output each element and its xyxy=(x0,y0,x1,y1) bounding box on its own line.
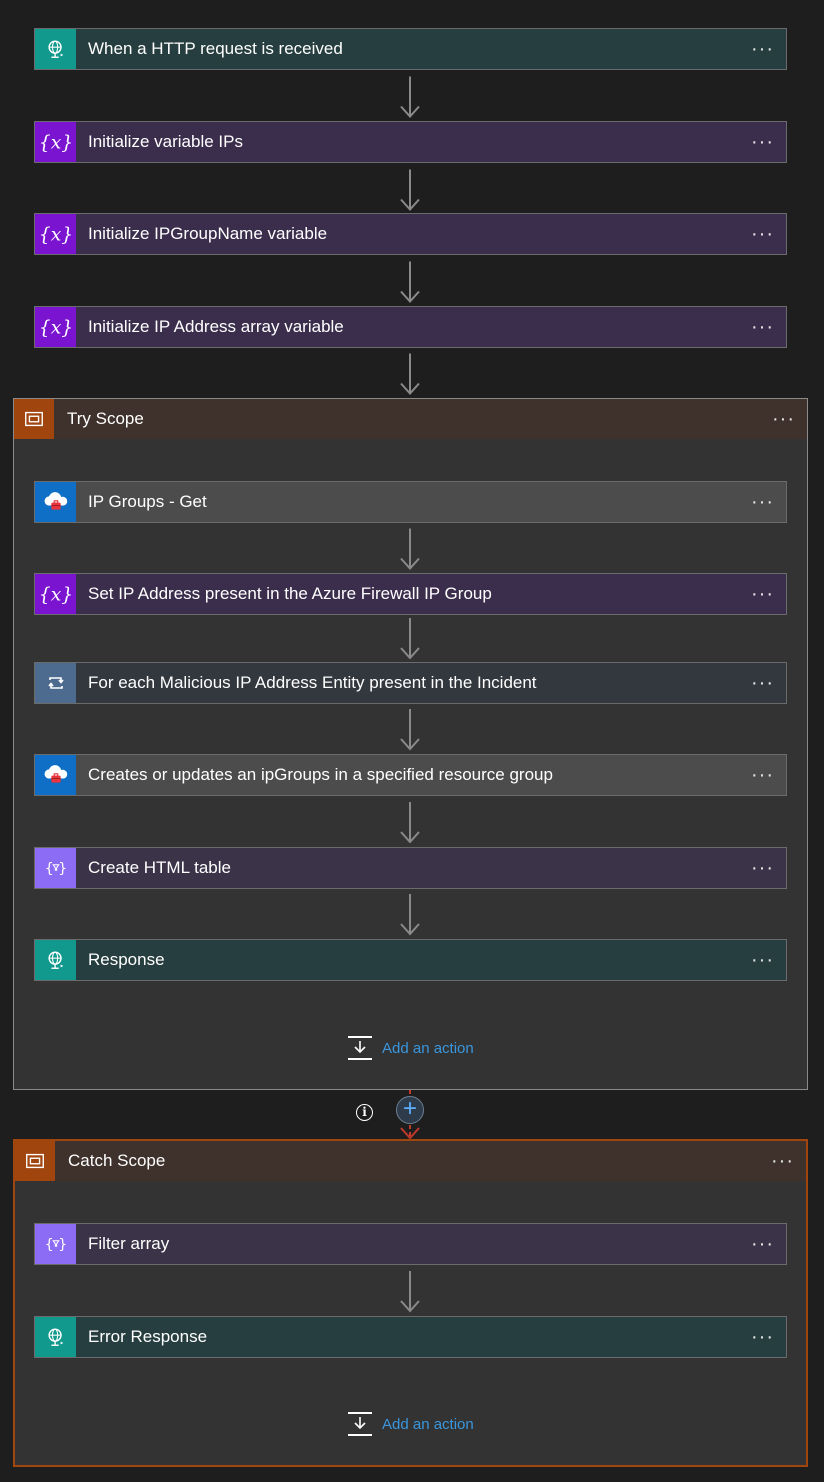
loop-arrows-icon xyxy=(35,663,76,703)
cloud-toolbox-icon xyxy=(35,482,76,522)
more-options-icon[interactable]: ··· xyxy=(751,317,774,337)
globe-request-icon xyxy=(35,29,76,69)
more-options-icon[interactable]: ··· xyxy=(771,1151,794,1171)
more-options-icon[interactable]: ··· xyxy=(751,673,774,693)
connector-arrow-icon xyxy=(400,75,420,118)
curly-filter-icon xyxy=(35,1224,76,1264)
connector-arrow-icon xyxy=(400,260,420,303)
try-scope-title: Try Scope xyxy=(67,409,144,428)
scope-box-icon xyxy=(15,1141,55,1181)
more-options-icon[interactable]: ··· xyxy=(751,950,774,970)
create-update-ipgroups-title: Creates or updates an ipGroups in a spec… xyxy=(88,765,553,784)
more-options-icon[interactable]: ··· xyxy=(751,765,774,785)
init-ipgroupname-title: Initialize IPGroupName variable xyxy=(88,224,328,243)
set-ip-address-card[interactable]: Set IP Address present in the Azure Fire… xyxy=(34,573,787,615)
connector-arrow-icon xyxy=(400,800,420,844)
more-options-icon[interactable]: ··· xyxy=(751,1327,774,1347)
http-trigger-card[interactable]: When a HTTP request is received ··· xyxy=(34,28,787,70)
insert-step-button[interactable]: + xyxy=(396,1096,424,1124)
more-options-icon[interactable]: ··· xyxy=(772,409,795,429)
connector-arrow-icon xyxy=(400,1269,420,1313)
catch-add-action-label: Add an action xyxy=(382,1415,474,1433)
globe-request-icon xyxy=(35,1317,76,1357)
catch-add-action-button[interactable]: Add an action xyxy=(347,1411,474,1437)
error-response-card[interactable]: Error Response ··· xyxy=(34,1316,787,1358)
init-ips-card[interactable]: Initialize variable IPs ··· xyxy=(34,121,787,163)
curly-x-icon xyxy=(35,574,76,614)
catch-scope-header[interactable]: Catch Scope ··· xyxy=(15,1141,806,1181)
add-action-icon xyxy=(347,1035,373,1061)
response-title: Response xyxy=(88,950,165,969)
cloud-toolbox-icon xyxy=(35,755,76,795)
connector-arrow-icon xyxy=(400,168,420,211)
connector-arrow-icon xyxy=(400,617,420,660)
more-options-icon[interactable]: ··· xyxy=(751,39,774,59)
for-each-card[interactable]: For each Malicious IP Address Entity pre… xyxy=(34,662,787,704)
info-icon[interactable]: i xyxy=(356,1104,373,1121)
create-html-table-title: Create HTML table xyxy=(88,858,231,877)
more-options-icon[interactable]: ··· xyxy=(751,224,774,244)
error-response-title: Error Response xyxy=(88,1327,208,1346)
try-add-action-label: Add an action xyxy=(382,1039,474,1057)
add-action-icon xyxy=(347,1411,373,1437)
set-ip-address-title: Set IP Address present in the Azure Fire… xyxy=(88,584,492,603)
try-add-action-button[interactable]: Add an action xyxy=(347,1035,474,1061)
curly-filter-icon xyxy=(35,848,76,888)
init-ip-array-card[interactable]: Initialize IP Address array variable ··· xyxy=(34,306,787,348)
filter-array-title: Filter array xyxy=(88,1234,170,1253)
connector-arrow-icon xyxy=(400,352,420,395)
ip-groups-get-title: IP Groups - Get xyxy=(88,492,207,511)
create-html-table-card[interactable]: Create HTML table ··· xyxy=(34,847,787,889)
curly-x-icon xyxy=(35,122,76,162)
more-options-icon[interactable]: ··· xyxy=(751,584,774,604)
init-ips-title: Initialize variable IPs xyxy=(88,132,243,151)
more-options-icon[interactable]: ··· xyxy=(751,492,774,512)
response-card[interactable]: Response ··· xyxy=(34,939,787,981)
connector-arrow-icon xyxy=(400,707,420,751)
curly-x-icon xyxy=(35,307,76,347)
more-options-icon[interactable]: ··· xyxy=(751,1234,774,1254)
more-options-icon[interactable]: ··· xyxy=(751,858,774,878)
more-options-icon[interactable]: ··· xyxy=(751,132,774,152)
create-update-ipgroups-card[interactable]: Creates or updates an ipGroups in a spec… xyxy=(34,754,787,796)
filter-array-card[interactable]: Filter array ··· xyxy=(34,1223,787,1265)
connector-arrow-icon xyxy=(400,527,420,570)
http-trigger-title: When a HTTP request is received xyxy=(88,39,343,58)
catch-scope-title: Catch Scope xyxy=(68,1151,166,1170)
try-scope-header[interactable]: Try Scope ··· xyxy=(14,399,807,439)
ip-groups-get-card[interactable]: IP Groups - Get ··· xyxy=(34,481,787,523)
globe-request-icon xyxy=(35,940,76,980)
init-ipgroupname-card[interactable]: Initialize IPGroupName variable ··· xyxy=(34,213,787,255)
connector-arrow-icon xyxy=(400,892,420,936)
for-each-title: For each Malicious IP Address Entity pre… xyxy=(88,673,537,692)
init-ip-array-title: Initialize IP Address array variable xyxy=(88,317,344,336)
curly-x-icon xyxy=(35,214,76,254)
scope-box-icon xyxy=(14,399,54,439)
